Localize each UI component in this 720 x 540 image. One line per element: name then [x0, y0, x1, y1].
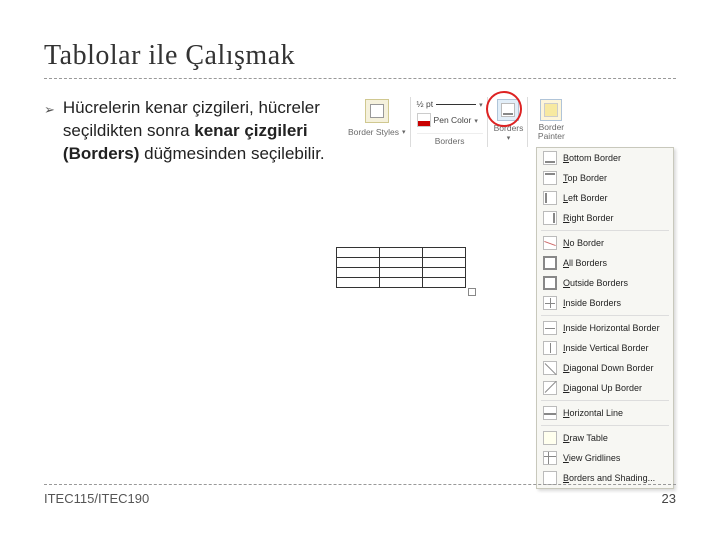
chevron-down-icon: ▾ — [474, 116, 478, 125]
borders-group-label: Borders — [417, 133, 483, 146]
menu-item-label: Inside Horizontal Border — [563, 323, 660, 333]
menu-item[interactable]: Inside Borders — [537, 293, 673, 313]
in-icon — [543, 296, 557, 310]
menu-item-label: View Gridlines — [563, 453, 620, 463]
du-icon — [543, 381, 557, 395]
dd-icon — [543, 361, 557, 375]
ribbon-fragment: Border Styles▾ ½ pt▾ Pen Color▾ Borders … — [344, 97, 674, 147]
menu-item-label: Outside Borders — [563, 278, 628, 288]
border-painter-button[interactable] — [540, 99, 562, 121]
style-preview-icon — [370, 104, 384, 118]
painter-icon — [544, 103, 558, 117]
pen-color-icon — [417, 113, 431, 127]
menu-item[interactable]: Top Border — [537, 168, 673, 188]
line-weight-sample — [436, 104, 476, 105]
borders-dropdown-menu: Bottom Border Top Border Left Border Right … — [536, 147, 674, 489]
bullet-text: Hücrelerin kenar çizgileri, hücreler seç… — [63, 97, 334, 166]
menu-item-label: Draw Table — [563, 433, 608, 443]
footer-course-code: ITEC115/ITEC190 — [44, 491, 149, 506]
menu-item[interactable]: Outside Borders — [537, 273, 673, 293]
borders-icon — [501, 103, 515, 117]
left-icon — [543, 191, 557, 205]
borders-button-group: Borders ▾ — [490, 97, 529, 147]
line-weight-value: ½ pt — [417, 99, 434, 109]
title-divider — [44, 78, 676, 79]
pen-color-dropdown[interactable]: Pen Color▾ — [417, 113, 483, 127]
menu-separator — [541, 425, 669, 426]
ui-screenshot-area: Border Styles▾ ½ pt▾ Pen Color▾ Borders … — [344, 97, 674, 166]
menu-item-label: Top Border — [563, 173, 607, 183]
border-icon — [543, 471, 557, 485]
bullet-item: ➢ Hücrelerin kenar çizgileri, hücreler s… — [44, 97, 334, 166]
hl-icon — [543, 406, 557, 420]
menu-separator — [541, 400, 669, 401]
right-icon — [543, 211, 557, 225]
menu-item-label: No Border — [563, 238, 604, 248]
slide-footer: ITEC115/ITEC190 23 — [44, 484, 676, 506]
menu-item[interactable]: Diagonal Down Border — [537, 358, 673, 378]
top-icon — [543, 171, 557, 185]
bullet-arrow-icon: ➢ — [44, 97, 55, 166]
menu-separator — [541, 230, 669, 231]
sample-table — [336, 247, 466, 288]
border-painter-label: Border Painter — [534, 123, 568, 142]
menu-item[interactable]: Left Border — [537, 188, 673, 208]
menu-item[interactable]: Right Border — [537, 208, 673, 228]
menu-item[interactable]: Horizontal Line — [537, 403, 673, 423]
menu-item-label: Borders and Shading... — [563, 473, 655, 483]
pen-color-label: Pen Color — [434, 115, 472, 125]
chevron-down-icon: ▾ — [402, 127, 406, 136]
bottom-icon — [543, 151, 557, 165]
menu-item-label: Diagonal Up Border — [563, 383, 642, 393]
menu-item[interactable]: Inside Horizontal Border — [537, 318, 673, 338]
draw-icon — [543, 431, 557, 445]
chevron-down-icon: ▾ — [479, 100, 483, 109]
menu-item-label: Inside Vertical Border — [563, 343, 649, 353]
menu-item[interactable]: Diagonal Up Border — [537, 378, 673, 398]
menu-item-label: Inside Borders — [563, 298, 621, 308]
border-painter-group: Border Painter — [530, 97, 572, 147]
resize-handle-icon — [468, 288, 476, 296]
line-weight-dropdown[interactable]: ½ pt ▾ — [417, 99, 483, 109]
borders-button-label: Borders — [494, 123, 524, 133]
border-styles-label: Border Styles — [348, 127, 399, 137]
menu-item[interactable]: View Gridlines — [537, 448, 673, 468]
border-styles-group: Border Styles▾ — [344, 97, 411, 147]
menu-item[interactable]: Inside Vertical Border — [537, 338, 673, 358]
all-icon — [543, 256, 557, 270]
menu-item-label: Right Border — [563, 213, 614, 223]
slide-title: Tablolar ile Çalışmak — [44, 40, 676, 72]
out-icon — [543, 276, 557, 290]
inv-icon — [543, 341, 557, 355]
bullet-text-part2: düğmesinden seçilebilir. — [139, 144, 324, 163]
menu-item-label: Bottom Border — [563, 153, 621, 163]
menu-item[interactable]: No Border — [537, 233, 673, 253]
menu-item[interactable]: Draw Table — [537, 428, 673, 448]
page-number: 23 — [662, 491, 676, 506]
menu-item-label: Horizontal Line — [563, 408, 623, 418]
pen-options-group: ½ pt▾ Pen Color▾ Borders — [413, 97, 488, 147]
inh-icon — [543, 321, 557, 335]
borders-button[interactable] — [497, 99, 519, 121]
menu-item-label: Left Border — [563, 193, 608, 203]
menu-item-label: Diagonal Down Border — [563, 363, 654, 373]
menu-item[interactable]: All Borders — [537, 253, 673, 273]
menu-separator — [541, 315, 669, 316]
menu-item-label: All Borders — [563, 258, 607, 268]
no-icon — [543, 236, 557, 250]
chevron-down-icon: ▾ — [507, 133, 511, 142]
menu-item[interactable]: Bottom Border — [537, 148, 673, 168]
grid-icon — [543, 451, 557, 465]
border-styles-button[interactable] — [365, 99, 389, 123]
